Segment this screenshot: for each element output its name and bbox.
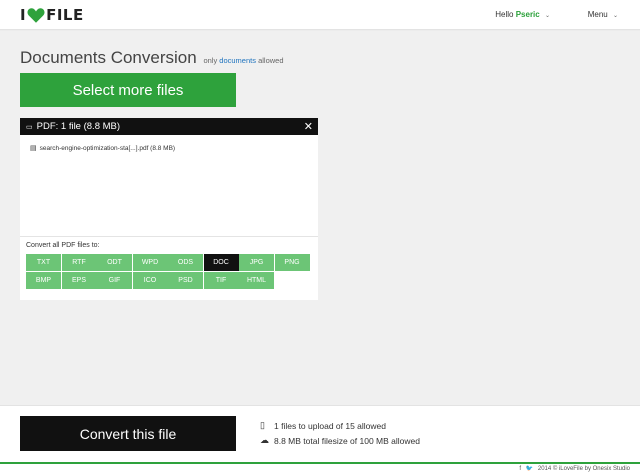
copyright-line: f 🐦 2014 © iLoveFile by Onesix Studio bbox=[519, 465, 630, 472]
pdf-file-icon: ▭ bbox=[26, 123, 33, 131]
menu-label: Menu bbox=[587, 10, 608, 19]
format-option-psd[interactable]: PSD bbox=[168, 271, 203, 289]
format-option-html[interactable]: HTML bbox=[239, 271, 274, 289]
username: Pseric bbox=[515, 10, 540, 19]
select-more-files-button[interactable]: Select more files bbox=[20, 73, 236, 107]
panel-header: ▭ PDF: 1 file (8.8 MB) ✕ bbox=[20, 118, 318, 135]
file-group-panel: ▭ PDF: 1 file (8.8 MB) ✕ ▤ search-engine… bbox=[20, 118, 318, 300]
chevron-down-icon: ⌄ bbox=[544, 13, 550, 19]
files-count-info: ▯ 1 files to upload of 15 allowed bbox=[260, 420, 386, 431]
format-option-ico[interactable]: ICO bbox=[132, 271, 168, 289]
page-title: Documents Conversion only documents allo… bbox=[20, 48, 284, 68]
page-title-text: Documents Conversion bbox=[20, 48, 197, 67]
facebook-icon[interactable]: f bbox=[519, 466, 521, 472]
format-option-gif[interactable]: GIF bbox=[97, 271, 132, 289]
format-option-wpd[interactable]: WPD bbox=[132, 254, 168, 271]
format-option-doc[interactable]: DOC bbox=[203, 254, 239, 271]
copyright-text: 2014 © iLoveFile by Onesix Studio bbox=[537, 466, 630, 472]
format-option-ods[interactable]: ODS bbox=[168, 254, 203, 271]
format-option-odt[interactable]: ODT bbox=[97, 254, 132, 271]
format-option-tif[interactable]: TIF bbox=[203, 271, 239, 289]
logo-text-i: I bbox=[20, 6, 27, 24]
heart-icon bbox=[27, 7, 45, 23]
format-option-txt[interactable]: TXT bbox=[26, 254, 61, 271]
format-option-bmp[interactable]: BMP bbox=[26, 271, 61, 289]
format-option-eps[interactable]: EPS bbox=[61, 271, 97, 289]
file-icon: ▯ bbox=[260, 420, 265, 430]
top-navbar: I FILE Hello Pseric ⌄ Menu ⌄ bbox=[0, 0, 640, 30]
subtitle-prefix: only bbox=[203, 56, 218, 65]
filesize-text: 8.8 MB total filesize of 100 MB allowed bbox=[274, 435, 420, 446]
documents-link[interactable]: documents bbox=[219, 56, 256, 65]
ilovefile-logo[interactable]: I FILE bbox=[20, 6, 84, 24]
divider bbox=[20, 236, 318, 237]
document-icon: ▤ bbox=[30, 145, 37, 152]
file-name: search-engine-optimization-sta[...].pdf … bbox=[39, 144, 176, 152]
twitter-icon[interactable]: 🐦 bbox=[526, 466, 533, 472]
files-count-text: 1 files to upload of 15 allowed bbox=[274, 420, 386, 431]
greeting-text: Hello bbox=[495, 10, 514, 19]
convert-to-label: Convert all PDF files to: bbox=[26, 242, 100, 249]
subtitle-suffix: allowed bbox=[258, 56, 284, 65]
file-list-item: ▤ search-engine-optimization-sta[...].pd… bbox=[30, 144, 176, 153]
panel-header-title: PDF: 1 file (8.8 MB) bbox=[36, 121, 121, 132]
convert-this-file-button[interactable]: Convert this file bbox=[20, 416, 236, 451]
format-options: TXT RTF ODT WPD ODS DOC JPG PNG BMP EPS … bbox=[26, 254, 312, 289]
logo-text-file: FILE bbox=[46, 6, 84, 24]
format-option-rtf[interactable]: RTF bbox=[61, 254, 97, 271]
user-greeting[interactable]: Hello Pseric ⌄ bbox=[495, 10, 550, 19]
chevron-down-icon: ⌄ bbox=[612, 13, 618, 19]
page-subtitle: only documents allowed bbox=[203, 56, 283, 65]
format-option-png[interactable]: PNG bbox=[274, 254, 310, 271]
close-icon[interactable]: ✕ bbox=[304, 120, 313, 133]
cloud-upload-icon: ☁ bbox=[260, 435, 269, 445]
filesize-info: ☁ 8.8 MB total filesize of 100 MB allowe… bbox=[260, 435, 420, 446]
convert-footer: Convert this file ▯ 1 files to upload of… bbox=[0, 405, 640, 462]
site-footer: f 🐦 2014 © iLoveFile by Onesix Studio bbox=[0, 462, 640, 475]
menu-dropdown[interactable]: Menu ⌄ bbox=[588, 10, 618, 19]
format-option-jpg[interactable]: JPG bbox=[239, 254, 274, 271]
